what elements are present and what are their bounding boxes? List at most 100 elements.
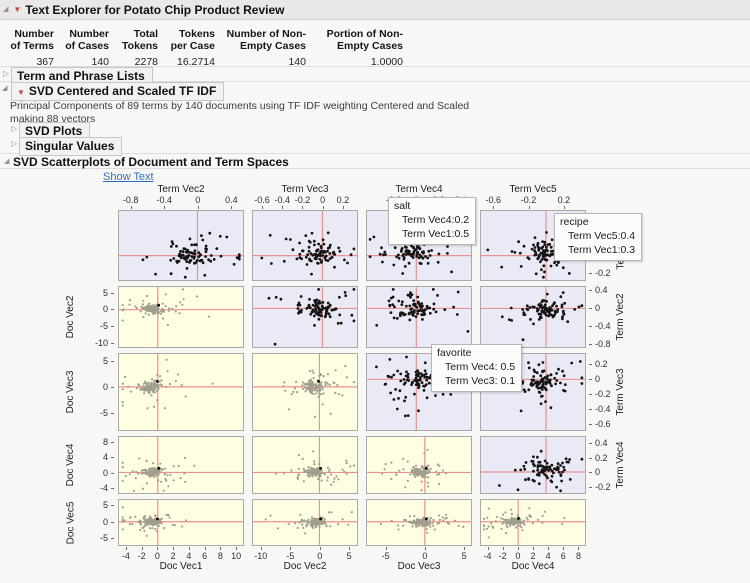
axis-tick-mark [111,343,114,344]
scatter-panel-doc-vec5-vs-doc-vec1[interactable] [118,499,244,546]
axis-ticks-bottom-doc-vec1: -4-20246810 [118,547,244,561]
axis-tick-label: 5 [347,551,352,561]
axis-tick-label: 6 [202,551,207,561]
axis-tick-mark [111,387,114,388]
axis-tick-mark [262,206,263,209]
scatter-panel-doc-vec4-vs-doc-vec2[interactable] [252,436,358,494]
scatter-panel-doc-vec2-vs-doc-vec1[interactable] [118,286,244,348]
axis-label-term-vec4: Term Vec4 [366,184,472,195]
axis-tick-mark [164,206,165,209]
axis-tick-mark [231,206,232,209]
axis-ticks-right-term-vec4: 0.40.20-0.2 [589,436,615,494]
scatter-canvas [367,437,471,493]
axis-ticks-left-doc-vec2: 50-5-10 [86,286,114,348]
axis-tick-label: 5 [462,551,467,561]
scatter-panel-term-vec1-vs-term-vec3[interactable] [252,210,358,281]
axis-tick-label: 0 [422,551,427,561]
axis-tick-mark [111,442,114,443]
scatter-canvas [481,287,585,347]
axis-ticks-bottom-doc-vec3: -505 [366,547,472,561]
scatter-canvas [481,437,585,493]
scatter-panel-doc-vec3-vs-doc-vec1[interactable] [118,353,244,431]
axis-tick-mark [589,394,592,395]
axis-tick-label: -0.4 [275,195,291,205]
axis-tick-mark [111,505,114,506]
axis-tick-mark [142,547,143,550]
svd-scatterplot-matrix: Term Vec2-0.8-0.400.4-4-20246810Doc Vec1… [0,0,750,583]
axis-tick-mark [589,458,592,459]
scatter-panel-term-vec2-vs-term-vec5[interactable] [480,286,586,348]
axis-tick-label: 5 [103,500,108,510]
axis-ticks-left-doc-vec3: 50-5 [86,353,114,431]
axis-label-term-vec4: Term Vec4 [613,436,627,494]
axis-tick-label: 0 [103,304,108,314]
axis-tick-label: -0.2 [595,389,611,399]
axis-label-doc-vec4: Doc Vec4 [63,436,77,494]
axis-tick-label: 0 [155,551,160,561]
axis-tick-mark [220,547,221,550]
scatter-panel-doc-vec3-vs-doc-vec2[interactable] [252,353,358,431]
scatter-panel-doc-vec5-vs-doc-vec3[interactable] [366,499,472,546]
axis-ticks-bottom-doc-vec4: -4-202468 [480,547,586,561]
axis-tick-label: -5 [100,533,108,543]
axis-tick-mark [320,547,321,550]
axis-tick-mark [126,547,127,550]
axis-ticks-left-doc-vec5: 50-5 [86,499,114,546]
axis-tick-mark [503,547,504,550]
axis-tick-label: 0.2 [337,195,350,205]
scatter-panel-doc-vec4-vs-doc-vec1[interactable] [118,436,244,494]
axis-tick-label: 0 [195,195,200,205]
scatter-canvas [367,287,471,347]
axis-tick-label: 0 [320,195,325,205]
axis-tick-mark [386,547,387,550]
axis-label-doc-vec3: Doc Vec3 [366,561,472,572]
axis-tick-mark [198,206,199,209]
axis-tick-label: 0 [103,468,108,478]
axis-tick-mark [589,379,592,380]
axis-tick-mark [589,344,592,345]
axis-tick-label: 0.4 [595,285,608,295]
axis-tick-mark [111,309,114,310]
axis-tick-mark [111,522,114,523]
tooltip-recipe: recipeTerm Vec5:0.4Term Vec1:0.3 [554,213,642,261]
scatter-canvas [253,287,357,347]
axis-tick-label: -0.2 [295,195,311,205]
axis-tick-mark [589,443,592,444]
scatter-canvas [253,500,357,545]
axis-tick-label: 2 [530,551,535,561]
axis-tick-mark [589,290,592,291]
axis-tick-label: -0.8 [595,339,611,349]
axis-tick-mark [589,424,592,425]
axis-tick-mark [282,206,283,209]
scatter-canvas [119,500,243,545]
axis-tick-label: -0.2 [521,195,537,205]
axis-tick-mark [464,547,465,550]
axis-tick-label: -0.6 [595,419,611,429]
axis-tick-mark [589,472,592,473]
scatter-panel-term-vec2-vs-term-vec3[interactable] [252,286,358,348]
scatter-panel-doc-vec5-vs-doc-vec4[interactable] [480,499,586,546]
axis-tick-label: 0 [317,551,322,561]
axis-ticks-right-term-vec3: 0.20-0.2-0.4-0.6 [589,353,615,431]
axis-tick-label: -0.2 [595,268,611,278]
scatter-canvas [481,500,585,545]
scatter-canvas [119,354,243,430]
axis-tick-label: -5 [100,408,108,418]
axis-tick-mark [589,326,592,327]
scatter-panel-term-vec4-vs-term-vec5[interactable] [480,436,586,494]
axis-tick-mark [589,409,592,410]
tooltip-value-line: Term Vec3: 0.1 [437,374,515,388]
scatter-panel-term-vec2-vs-term-vec4[interactable] [366,286,472,348]
axis-label-term-vec5: Term Vec5 [480,184,586,195]
axis-tick-label: 6 [561,551,566,561]
tooltip-value-line: Term Vec1:0.3 [560,243,635,257]
scatter-panel-doc-vec5-vs-doc-vec2[interactable] [252,499,358,546]
scatter-panel-doc-vec4-vs-doc-vec3[interactable] [366,436,472,494]
axis-tick-label: 2 [171,551,176,561]
axis-tick-label: -0.2 [595,482,611,492]
axis-tick-mark [131,206,132,209]
axis-ticks-bottom-doc-vec2: -10-505 [252,547,358,561]
axis-tick-label: 5 [103,288,108,298]
scatter-panel-term-vec1-vs-term-vec2[interactable] [118,210,244,281]
axis-label-doc-vec2: Doc Vec2 [63,286,77,348]
